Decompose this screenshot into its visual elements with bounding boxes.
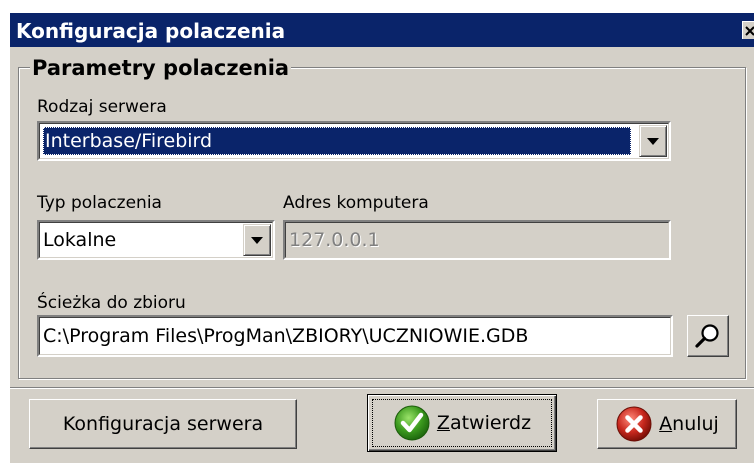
footer-separator [10,387,754,389]
chevron-down-icon [647,137,659,145]
computer-address-value: 127.0.0.1 [289,229,380,251]
confirm-mnemonic: Z [436,412,450,434]
chevron-down-icon [251,236,263,244]
cancel-label: Anuluj [659,413,719,435]
checkmark-icon [394,405,430,441]
close-button[interactable] [742,21,754,39]
cancel-button[interactable]: Anuluj [597,399,737,449]
server-type-select[interactable]: Interbase/Firebird [37,121,671,161]
server-type-dropdown-button[interactable] [639,125,667,157]
connection-type-select[interactable]: Lokalne [37,220,275,260]
confirm-label-rest: atwierdz [449,412,532,434]
confirm-button[interactable]: Zatwierdz [367,394,557,452]
window-title: Konfiguracja polaczenia [16,19,286,43]
dialog-window: Konfiguracja polaczenia Parametry polacz… [8,12,754,463]
server-type-value: Interbase/Firebird [43,127,631,155]
title-bar: Konfiguracja polaczenia [10,13,754,47]
file-path-label: Ścieżka do zbioru [37,293,186,313]
server-type-label: Rodzaj serwera [37,97,167,117]
server-config-label: Konfiguracja serwera [62,413,264,435]
confirm-label: Zatwierdz [437,412,531,434]
computer-address-field[interactable]: 127.0.0.1 [283,220,671,260]
file-path-input[interactable]: C:\Program Files\ProgMan\ZBIORY\UCZNIOWI… [37,315,673,357]
connection-type-value: Lokalne [43,229,117,251]
group-legend: Parametry polaczenia [30,56,292,80]
magnifier-icon [695,324,719,348]
cancel-mnemonic: A [659,413,673,435]
browse-button[interactable] [687,315,729,357]
connection-type-dropdown-button[interactable] [243,224,271,256]
server-config-button[interactable]: Konfiguracja serwera [29,399,297,449]
file-path-value: C:\Program Files\ProgMan\ZBIORY\UCZNIOWI… [43,325,529,347]
cross-icon [616,406,652,442]
cancel-label-rest: nuluj [672,413,719,435]
connection-type-label: Typ polaczenia [37,193,162,213]
computer-address-label: Adres komputera [283,193,429,213]
close-icon [745,26,754,36]
